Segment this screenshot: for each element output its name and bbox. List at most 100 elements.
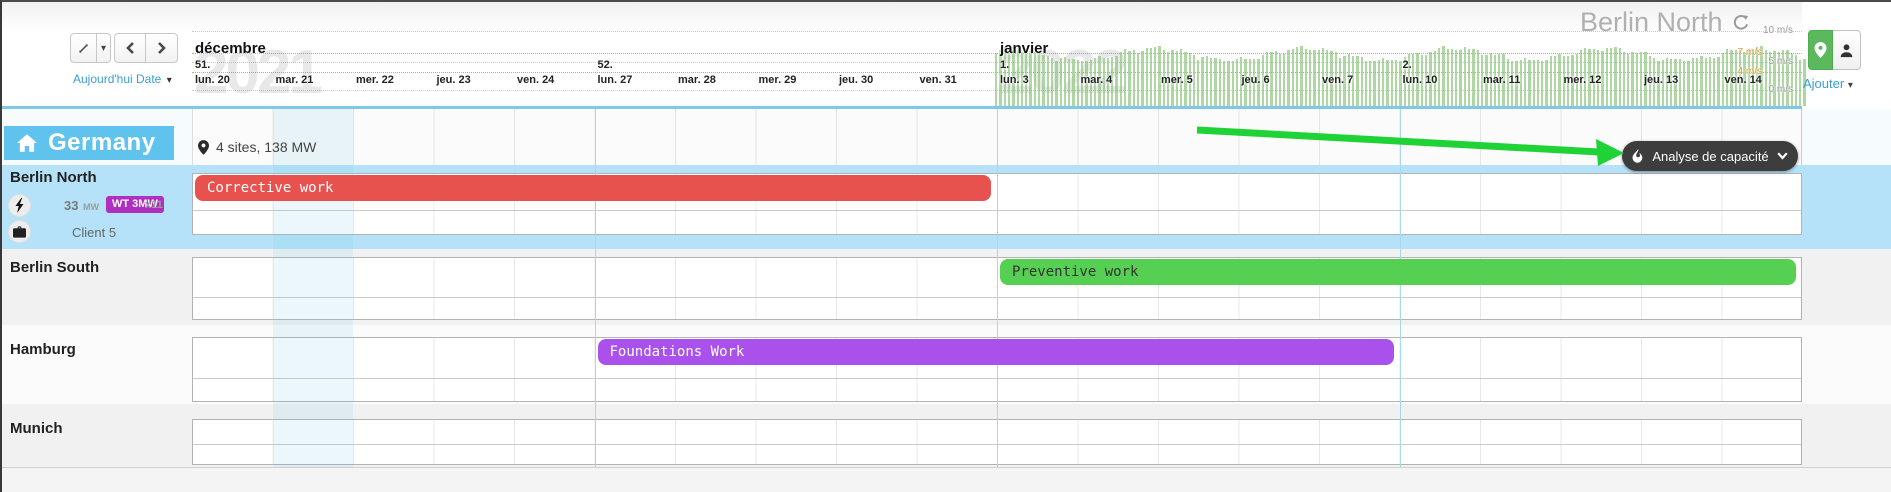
today-column-highlight (273, 109, 353, 467)
add-dropdown-link[interactable]: Ajouter ▾ (1803, 76, 1853, 91)
wind-scale-label: 0 m/s (1769, 84, 1793, 95)
wind-bar (1300, 46, 1302, 106)
task-bar[interactable]: Preventive work (1000, 259, 1796, 285)
capacity-analysis-label: Analyse de capacité (1652, 149, 1768, 164)
day-label: mar. 28 (678, 74, 716, 86)
wind-bar (1554, 56, 1556, 106)
wind-bar (1309, 50, 1311, 106)
day-label: lun. 27 (598, 74, 633, 86)
wind-bar (1154, 47, 1156, 106)
fit-range-button[interactable] (70, 33, 97, 63)
wind-bar (1550, 56, 1552, 106)
wind-bar (1438, 48, 1440, 106)
wind-bar (1537, 60, 1539, 106)
day-label: jeu. 23 (437, 74, 471, 86)
wind-bar (1477, 50, 1479, 106)
wind-bar (1378, 60, 1380, 106)
day-label: lun. 3 (1000, 74, 1029, 86)
wind-bar (1709, 57, 1711, 106)
date-dropdown-label: Date (136, 72, 161, 86)
wind-bar (1799, 60, 1801, 106)
wind-bar (1614, 47, 1616, 106)
wind-bar (1533, 60, 1535, 106)
day-label: mar. 4 (1081, 74, 1113, 86)
group-header-germany[interactable]: Germany (4, 126, 174, 160)
wind-bar (1700, 56, 1702, 106)
add-person-button[interactable] (1833, 30, 1861, 70)
date-nav-button-group (114, 33, 178, 63)
wind-bar (1042, 55, 1044, 106)
wind-bar (1115, 56, 1117, 106)
next-period-button[interactable] (146, 33, 178, 63)
wind-bar (1395, 60, 1397, 106)
wind-bar (1640, 52, 1642, 106)
turbine-count: x11 (145, 199, 163, 211)
wind-bar (1451, 49, 1453, 106)
previous-period-button[interactable] (114, 33, 146, 63)
day-label: jeu. 30 (839, 74, 873, 86)
location-pin-icon (1814, 42, 1827, 58)
day-label: mer. 29 (759, 74, 797, 86)
day-label: mar. 11 (1483, 74, 1520, 86)
wind-bar (1601, 51, 1603, 106)
task-bar[interactable]: Foundations Work (598, 339, 1394, 365)
flame-icon (1632, 149, 1644, 164)
day-label: mer. 22 (356, 74, 394, 86)
wind-bar (1068, 59, 1070, 106)
wind-bar (1391, 60, 1393, 106)
wind-bar (1687, 61, 1689, 106)
wind-bar (1447, 49, 1449, 106)
wind-bar (1318, 50, 1320, 106)
wind-bar (1270, 52, 1272, 106)
footer-strip (2, 467, 1891, 492)
wind-bar (1705, 58, 1707, 106)
group-name: Germany (48, 129, 156, 157)
wind-bar (1193, 55, 1195, 106)
week-number-label: 51. (195, 59, 210, 71)
wind-bar (1223, 61, 1225, 106)
wind-bar (1386, 60, 1388, 106)
capacity-analysis-button[interactable]: Analyse de capacité (1622, 141, 1798, 171)
task-bar[interactable]: Corrective work (195, 175, 991, 201)
wind-bar (1124, 49, 1126, 106)
add-dropdown-label: Ajouter (1803, 76, 1844, 91)
add-site-button[interactable] (1808, 30, 1833, 70)
wind-bar (1029, 51, 1031, 107)
selected-site-title-text: Berlin North (1580, 7, 1723, 38)
wind-bar (1606, 48, 1608, 106)
wind-bar (1636, 53, 1638, 106)
wind-bar (1468, 49, 1470, 106)
caret-down-icon: ▾ (167, 75, 172, 86)
wind-bar (1201, 57, 1203, 106)
site-name: Berlin North (10, 169, 97, 186)
chevron-down-icon (1777, 152, 1788, 160)
caret-down-icon: ▾ (101, 43, 106, 54)
group-summary: 4 sites, 138 MW (198, 139, 316, 155)
wind-bar (1369, 61, 1371, 106)
wind-bar (1696, 58, 1698, 106)
week-boundary-line (1400, 109, 1401, 467)
date-dropdown-link[interactable]: Date ▾ (136, 72, 172, 86)
refresh-icon[interactable] (1732, 14, 1750, 32)
wind-bar (1558, 54, 1560, 106)
wind-bar (1619, 48, 1621, 106)
chevron-right-icon (157, 42, 167, 54)
wind-bar (1356, 56, 1358, 106)
today-link[interactable]: Aujourd'hui (73, 72, 133, 86)
home-icon (17, 134, 37, 152)
week-number-label: 2. (1403, 59, 1412, 71)
wind-bar (1210, 58, 1212, 106)
fit-range-caret-button[interactable]: ▾ (97, 33, 111, 63)
wind-bar (1038, 51, 1040, 106)
day-label: jeu. 6 (1242, 74, 1270, 86)
wind-bar (1459, 50, 1461, 106)
wind-bar (1206, 56, 1208, 106)
site-name: Berlin South (10, 259, 99, 276)
wind-bar (1627, 54, 1629, 106)
power-badge (8, 194, 31, 217)
wind-bar (1541, 61, 1543, 106)
wind-bar (1128, 51, 1130, 106)
wind-bar (1679, 59, 1681, 106)
wind-bar (1683, 61, 1685, 106)
wind-scale-label: 10 m/s (1763, 25, 1793, 36)
